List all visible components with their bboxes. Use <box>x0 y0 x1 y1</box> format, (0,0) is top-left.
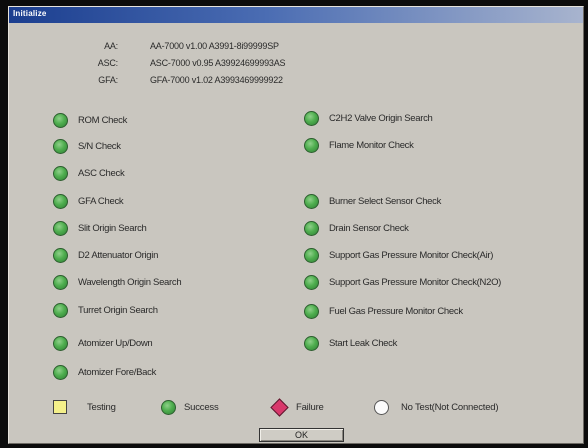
success-status-icon <box>53 274 68 290</box>
success-status-icon <box>53 165 68 181</box>
legend-success: Success <box>161 399 219 415</box>
check-label: Atomizer Fore/Back <box>78 366 157 378</box>
check-item-atomizer-updown: Atomizer Up/Down <box>53 334 153 352</box>
legend-failure: Failure <box>270 397 324 417</box>
ok-button[interactable]: OK <box>259 428 344 442</box>
success-circle-icon <box>161 399 176 415</box>
success-status-icon <box>53 193 68 209</box>
success-status-icon <box>53 247 68 263</box>
check-item-fuel-gas: Fuel Gas Pressure Monitor Check <box>304 302 463 320</box>
version-value-asc: ASC-7000 v0.95 A39924699993AS <box>150 58 286 68</box>
legend-label-testing: Testing <box>87 401 116 413</box>
legend-testing: Testing <box>53 399 116 415</box>
check-label: Slit Origin Search <box>78 222 147 234</box>
success-status-icon <box>53 302 68 318</box>
success-status-icon <box>53 112 68 128</box>
check-label: ASC Check <box>78 167 125 179</box>
check-item-sn: S/N Check <box>53 137 121 155</box>
check-label: Support Gas Pressure Monitor Check(Air) <box>329 249 494 261</box>
success-status-icon <box>304 193 319 209</box>
legend-no-test: No Test(Not Connected) <box>374 399 499 415</box>
check-item-burner-select: Burner Select Sensor Check <box>304 192 441 210</box>
check-item-slit-origin: Slit Origin Search <box>53 219 147 237</box>
check-label: Atomizer Up/Down <box>78 337 153 349</box>
success-status-icon <box>304 110 319 126</box>
check-label: Support Gas Pressure Monitor Check(N2O) <box>329 276 502 288</box>
success-status-icon <box>304 137 319 153</box>
check-item-gfa: GFA Check <box>53 192 124 210</box>
check-label: ROM Check <box>78 114 128 126</box>
version-value-gfa: GFA-7000 v1.02 A3993469999922 <box>150 75 283 85</box>
success-status-icon <box>304 220 319 236</box>
success-status-icon <box>304 303 319 319</box>
no-test-circle-icon <box>374 399 389 415</box>
version-value-aa: AA-7000 v1.00 A3991-8i99999SP <box>150 41 279 51</box>
check-label: Start Leak Check <box>329 337 398 349</box>
legend-label-no-test: No Test(Not Connected) <box>401 401 499 413</box>
window-title: Initialize <box>13 9 47 18</box>
success-status-icon <box>53 364 68 380</box>
success-status-icon <box>304 335 319 351</box>
check-label: Fuel Gas Pressure Monitor Check <box>329 305 463 317</box>
check-item-drain-sensor: Drain Sensor Check <box>304 219 409 237</box>
check-label: D2 Attenuator Origin <box>78 249 159 261</box>
check-item-support-gas-n2o: Support Gas Pressure Monitor Check(N2O) <box>304 273 501 291</box>
success-status-icon <box>53 335 68 351</box>
check-item-wavelength-origin: Wavelength Origin Search <box>53 273 182 291</box>
check-label: Flame Monitor Check <box>329 139 414 151</box>
check-item-atomizer-foreback: Atomizer Fore/Back <box>53 363 156 381</box>
check-label: Wavelength Origin Search <box>78 276 182 288</box>
check-item-start-leak: Start Leak Check <box>304 334 397 352</box>
check-label: GFA Check <box>78 195 124 207</box>
success-status-icon <box>53 220 68 236</box>
check-label: S/N Check <box>78 140 121 152</box>
check-item-d2-attenuator: D2 Attenuator Origin <box>53 246 158 264</box>
check-label: C2H2 Valve Origin Search <box>329 112 433 124</box>
version-label-gfa: GFA: <box>98 75 118 85</box>
success-status-icon <box>53 138 68 154</box>
legend-label-success: Success <box>184 401 219 413</box>
legend-label-failure: Failure <box>296 401 324 413</box>
check-item-turret-origin: Turret Origin Search <box>53 301 158 319</box>
version-label-asc: ASC: <box>97 58 118 68</box>
check-item-c2h2-valve: C2H2 Valve Origin Search <box>304 109 433 127</box>
initialize-dialog: Initialize AA: AA-7000 v1.00 A3991-8i999… <box>8 6 584 444</box>
check-item-support-gas-air: Support Gas Pressure Monitor Check(Air) <box>304 246 493 264</box>
failure-diamond-icon <box>270 397 289 417</box>
version-label-aa: AA: <box>104 41 118 51</box>
status-legend: Testing Success Failure No Test(Not Conn… <box>9 397 583 417</box>
check-item-asc: ASC Check <box>53 164 125 182</box>
testing-square-icon <box>53 400 67 414</box>
success-status-icon <box>304 274 319 290</box>
check-label: Drain Sensor Check <box>329 222 409 234</box>
check-label: Burner Select Sensor Check <box>329 195 442 207</box>
success-status-icon <box>304 247 319 263</box>
check-item-rom: ROM Check <box>53 111 127 129</box>
check-item-flame-monitor: Flame Monitor Check <box>304 136 414 154</box>
title-bar[interactable]: Initialize <box>9 7 583 23</box>
check-label: Turret Origin Search <box>78 304 158 316</box>
